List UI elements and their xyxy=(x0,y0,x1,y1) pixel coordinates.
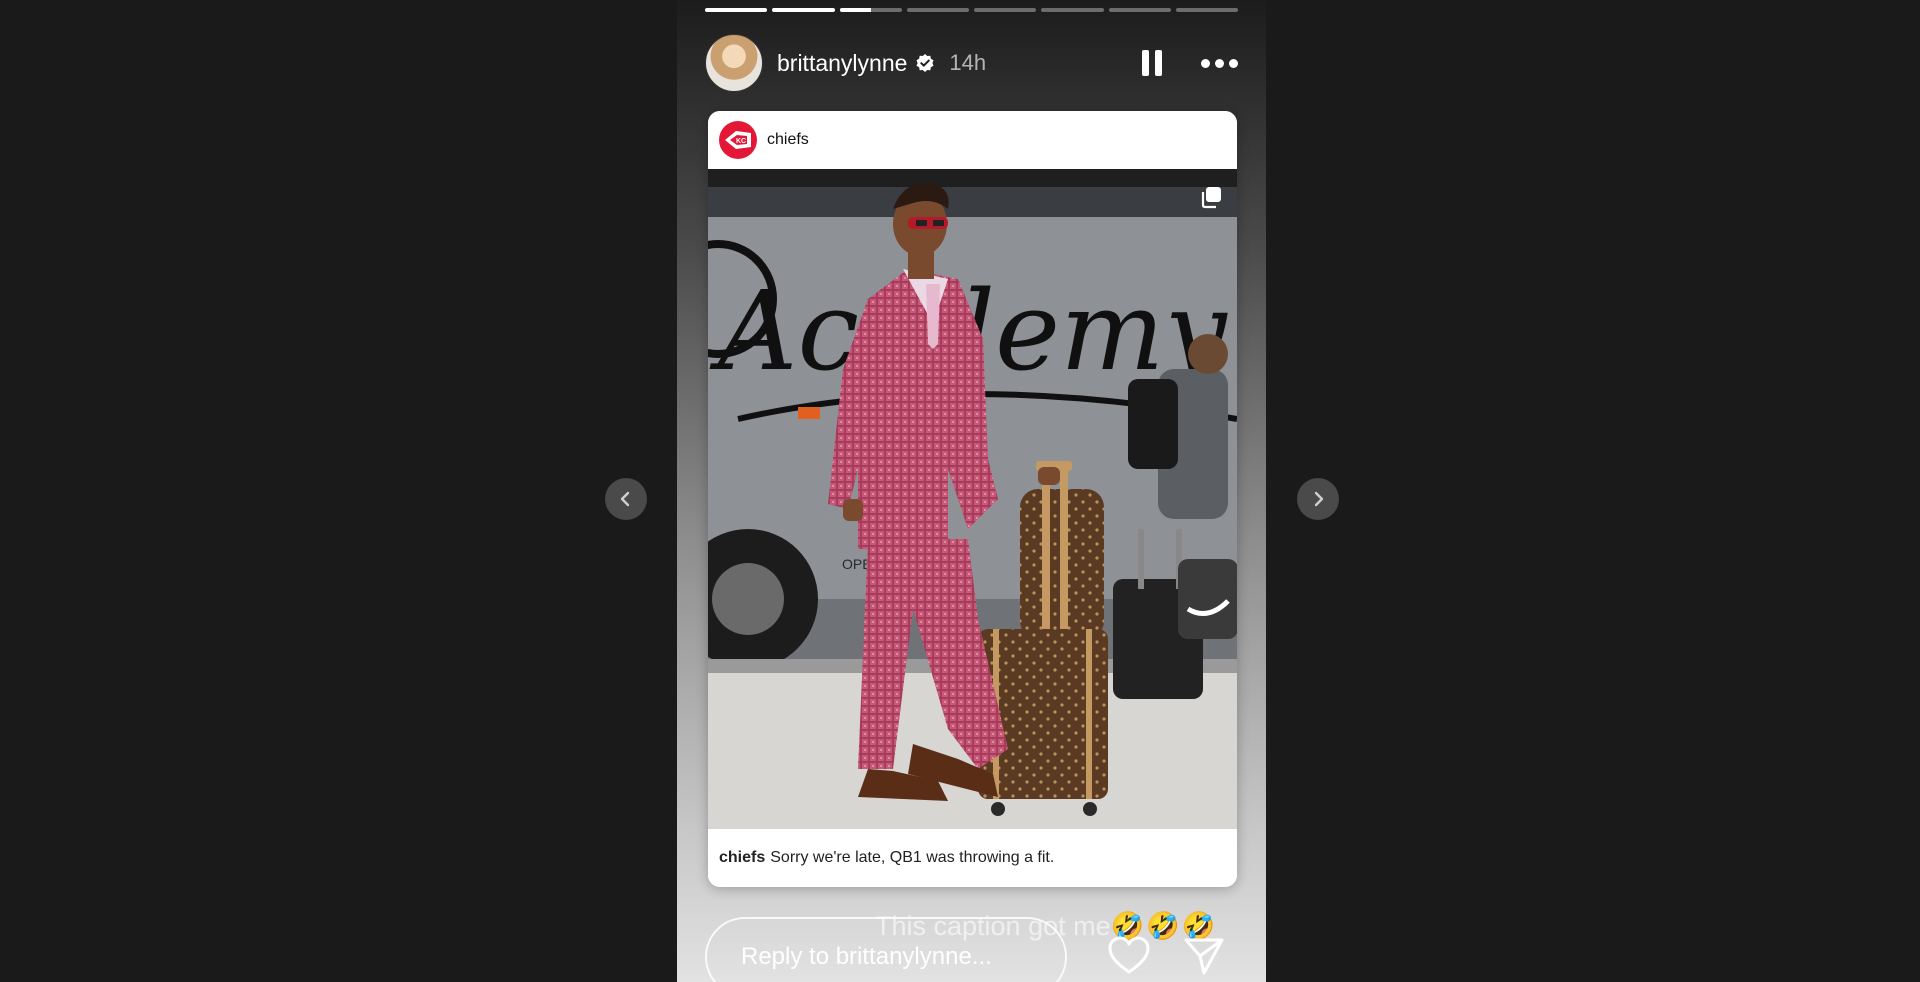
shared-post-card[interactable]: KC chiefs chiefs Sorry we're late, QB1 w… xyxy=(708,111,1237,887)
caption-username[interactable]: chiefs xyxy=(719,849,765,867)
chevron-right-icon xyxy=(1314,491,1324,507)
progress-segment xyxy=(1041,8,1104,12)
heart-icon[interactable] xyxy=(1107,936,1151,976)
story-progress xyxy=(705,8,1238,12)
pause-button[interactable] xyxy=(1137,46,1167,80)
post-header: KC chiefs xyxy=(708,111,1237,169)
progress-segment xyxy=(772,8,835,12)
progress-segment xyxy=(1108,8,1171,12)
avatar[interactable] xyxy=(705,34,763,92)
progress-segment xyxy=(839,8,902,12)
more-options-icon xyxy=(1201,58,1210,68)
pause-icon xyxy=(1142,50,1149,76)
verified-badge-icon xyxy=(916,54,934,72)
story-viewer: brittanylynne 14h KC chiefs chiefs Sorry… xyxy=(0,0,1920,982)
player-walking-image: Academy OPERATED BY xyxy=(708,169,1237,829)
progress-segment xyxy=(705,8,768,12)
more-options-button[interactable] xyxy=(1201,58,1238,68)
progress-segment xyxy=(1175,8,1238,12)
send-icon[interactable] xyxy=(1183,936,1225,976)
story-timestamp: 14h xyxy=(949,50,987,75)
story-username[interactable]: brittanylynne xyxy=(777,50,907,77)
caption-text: Sorry we're late, QB1 was throwing a fit… xyxy=(770,849,1055,866)
story-header: brittanylynne 14h xyxy=(705,34,1238,92)
chevron-left-icon xyxy=(620,491,630,507)
story-frame[interactable]: brittanylynne 14h KC chiefs chiefs Sorry… xyxy=(677,0,1266,982)
arrowhead-logo-icon: KC xyxy=(725,131,751,149)
previous-story-button[interactable] xyxy=(605,478,647,520)
post-photo: Academy OPERATED BY xyxy=(708,169,1237,829)
chiefs-logo[interactable]: KC xyxy=(719,121,757,159)
progress-segment xyxy=(906,8,969,12)
carousel-icon xyxy=(1201,187,1221,209)
reply-input[interactable]: Reply to brittanylynne... xyxy=(705,917,1067,982)
svg-text:KC: KC xyxy=(736,138,746,145)
post-caption: chiefs Sorry we're late, QB1 was throwin… xyxy=(708,829,1237,887)
reply-placeholder: Reply to brittanylynne... xyxy=(741,943,992,970)
post-username[interactable]: chiefs xyxy=(767,131,809,149)
progress-segment xyxy=(974,8,1037,12)
next-story-button[interactable] xyxy=(1297,478,1339,520)
